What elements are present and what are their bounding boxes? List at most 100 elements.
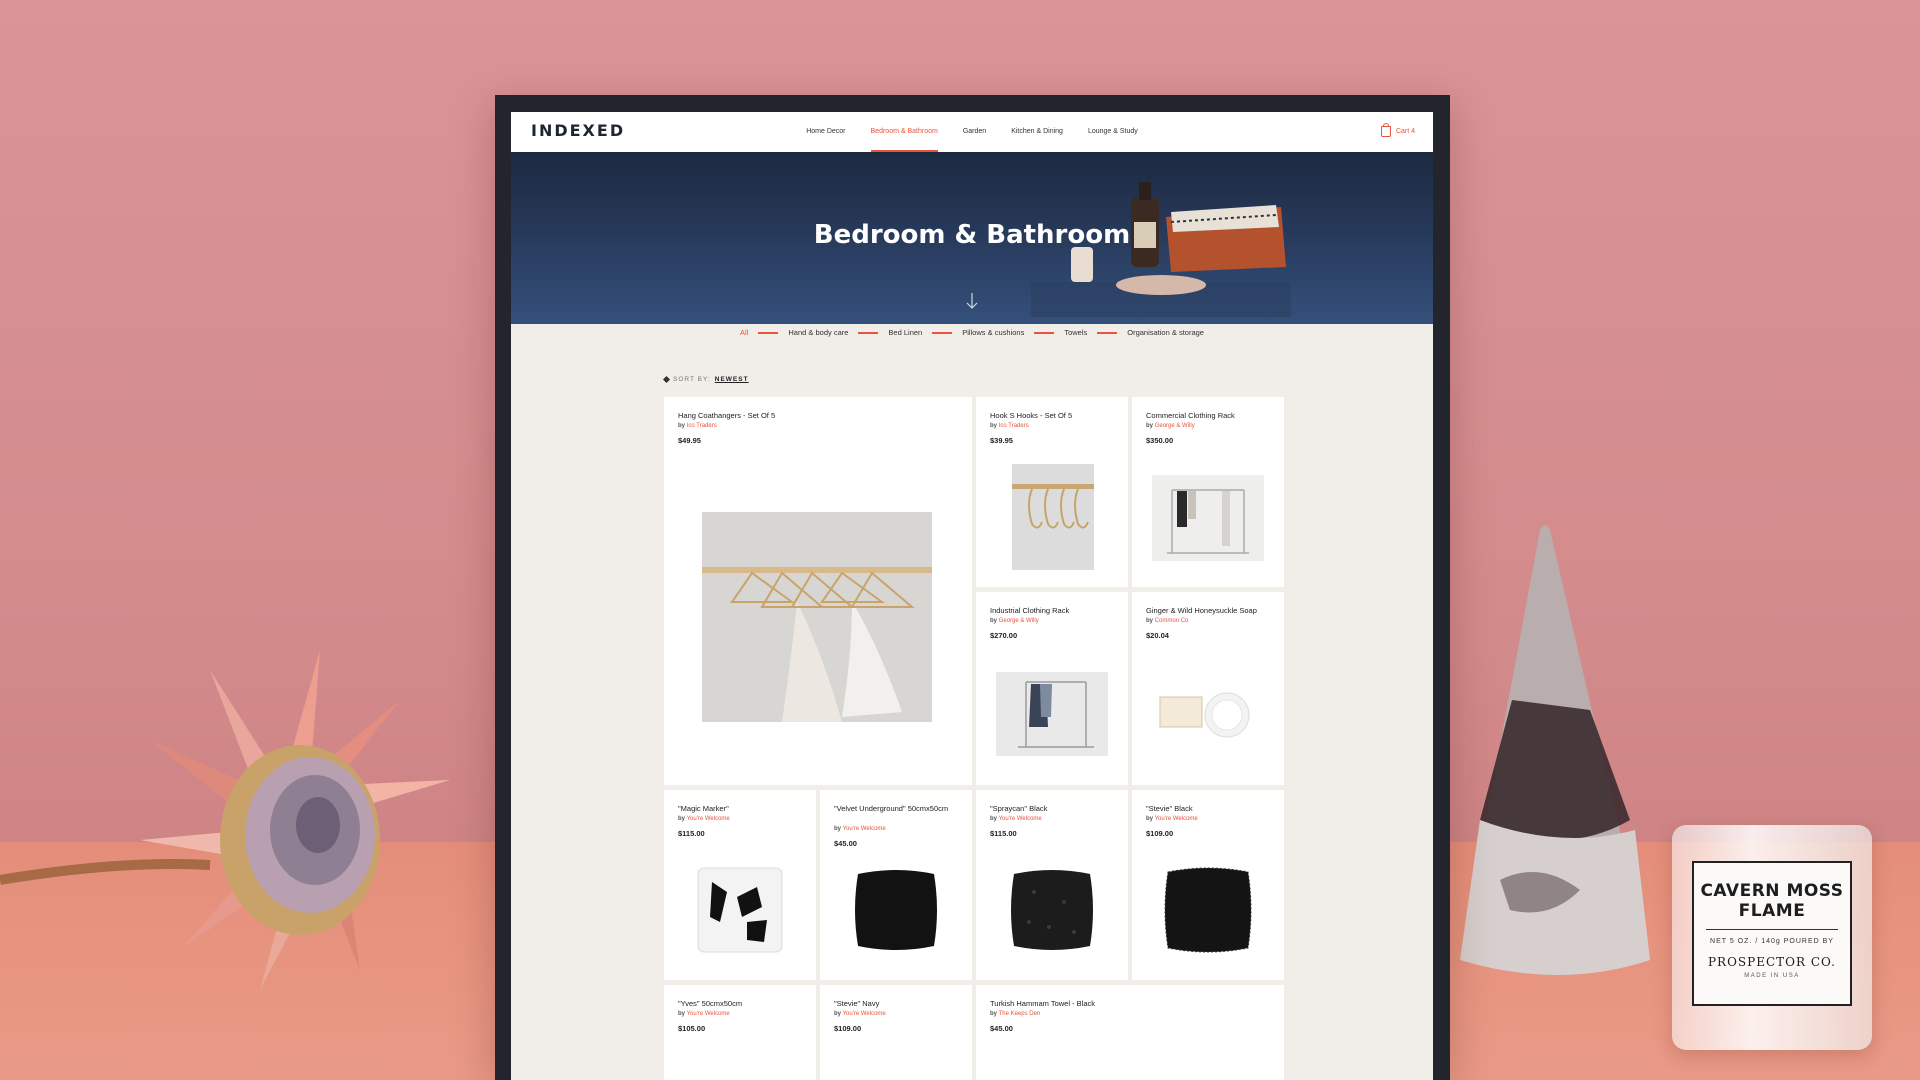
- product-name: Turkish Hammam Towel - Black: [990, 999, 1096, 1008]
- product-brand-line: by George & Willy: [1146, 423, 1195, 429]
- candle-divider: [1706, 929, 1838, 930]
- product-brand[interactable]: You're Welcome: [843, 826, 886, 832]
- product-brand-line: by Common Co: [1146, 618, 1189, 624]
- product-name: "Magic Marker": [678, 804, 729, 813]
- product-price: $39.95: [990, 436, 1013, 445]
- product-name: "Stevie" Black: [1146, 804, 1193, 813]
- product-brand-line: by You're Welcome: [990, 816, 1042, 822]
- product-name: Hang Coathangers - Set Of 5: [678, 411, 776, 420]
- candle-label: CAVERN MOSS FLAME NET 5 OZ. / 140g POURE…: [1692, 861, 1852, 1006]
- product-price: $20.04: [1146, 631, 1169, 640]
- product-brand-line: by You're Welcome: [678, 816, 730, 822]
- product-price: $49.95: [678, 436, 701, 445]
- filter-separator: [932, 331, 953, 334]
- hero-banner: Bedroom & Bathroom: [511, 152, 1433, 324]
- filter-pillows-cushions[interactable]: Pillows & cushions: [962, 328, 1024, 337]
- product-name: "Spraycan" Black: [990, 804, 1048, 813]
- product-brand[interactable]: Ico Traders: [687, 423, 717, 429]
- candle-origin: MADE IN USA: [1744, 973, 1800, 979]
- product-brand-line: by You're Welcome: [834, 826, 886, 832]
- product-brand-line: by The Keeps Den: [990, 1011, 1041, 1017]
- product-brand-line: by You're Welcome: [834, 1011, 886, 1017]
- cart-label: Cart 4: [1395, 128, 1415, 135]
- candle-jar-decoration: CAVERN MOSS FLAME NET 5 OZ. / 140g POURE…: [1672, 825, 1872, 1050]
- product-brand[interactable]: Ico Traders: [999, 423, 1029, 429]
- filter-all[interactable]: All: [740, 328, 748, 337]
- product-name: "Stevie" Navy: [834, 999, 880, 1008]
- nav-home-decor[interactable]: Home Decor: [806, 112, 845, 152]
- filter-bed-linen[interactable]: Bed Linen: [888, 328, 922, 337]
- product-name: "Yves" 50cmx50cm: [678, 999, 743, 1008]
- stevie-black-cushion-image: [1164, 867, 1252, 953]
- filter-separator: [858, 331, 879, 334]
- coathangers-image: [702, 512, 932, 722]
- product-price: $109.00: [1146, 829, 1174, 838]
- product-name: Commercial Clothing Rack: [1146, 411, 1235, 420]
- product-card[interactable]: "Velvet Underground" 50cmx50cm by You're…: [820, 790, 972, 980]
- product-brand[interactable]: You're Welcome: [687, 1011, 730, 1017]
- product-price: $105.00: [678, 1024, 706, 1033]
- product-card[interactable]: "Yves" 50cmx50cm by You're Welcome $105.…: [664, 985, 816, 1080]
- product-card[interactable]: "Magic Marker" by You're Welcome $115.00: [664, 790, 816, 980]
- product-card[interactable]: Turkish Hammam Towel - Black by The Keep…: [976, 985, 1284, 1080]
- product-card[interactable]: "Stevie" Black by You're Welcome $109.00: [1132, 790, 1284, 980]
- concrete-cone-decoration: [1460, 525, 1650, 975]
- product-brand[interactable]: You're Welcome: [687, 816, 730, 822]
- nav-lounge-study[interactable]: Lounge & Study: [1088, 112, 1138, 152]
- product-brand-line: by George & Willy: [990, 618, 1039, 624]
- top-navigation: INDEXED Home Decor Bedroom & Bathroom Ga…: [511, 112, 1433, 152]
- hero-title: Bedroom & Bathroom: [813, 220, 1131, 250]
- product-card[interactable]: Hang Coathangers - Set Of 5 by Ico Trade…: [664, 397, 972, 785]
- product-brand[interactable]: Common Co: [1155, 618, 1189, 624]
- candle-meta: NET 5 OZ. / 140g POURED BY: [1710, 938, 1834, 945]
- product-card[interactable]: Industrial Clothing Rack by George & Wil…: [976, 592, 1128, 785]
- product-price: $115.00: [990, 829, 1017, 838]
- filter-hand-body-care[interactable]: Hand & body care: [788, 328, 848, 337]
- filter-separator: [758, 331, 779, 334]
- cart-button[interactable]: Cart 4: [1380, 112, 1415, 152]
- candle-brand: PROSPECTOR CO.: [1707, 955, 1836, 969]
- soap-image: [1152, 687, 1264, 742]
- product-brand[interactable]: You're Welcome: [1155, 816, 1198, 822]
- monitor-frame: INDEXED Home Decor Bedroom & Bathroom Ga…: [495, 95, 1450, 1080]
- product-card[interactable]: "Stevie" Navy by You're Welcome $109.00: [820, 985, 972, 1080]
- product-brand[interactable]: George & Willy: [1155, 423, 1195, 429]
- industrial-rack-image: [996, 672, 1108, 756]
- product-brand-line: by You're Welcome: [1146, 816, 1198, 822]
- nav-bedroom-bathroom[interactable]: Bedroom & Bathroom: [870, 112, 939, 152]
- product-card[interactable]: Hook S Hooks - Set Of 5 by Ico Traders $…: [976, 397, 1128, 587]
- website-screen: INDEXED Home Decor Bedroom & Bathroom Ga…: [511, 112, 1433, 1080]
- protea-flower-decoration: [0, 650, 450, 990]
- filter-organisation-storage[interactable]: Organisation & storage: [1127, 328, 1204, 337]
- product-brand[interactable]: You're Welcome: [999, 816, 1042, 822]
- sort-label: SORT BY:: [673, 376, 711, 383]
- filter-separator: [1034, 331, 1055, 334]
- product-brand[interactable]: The Keeps Den: [999, 1011, 1041, 1017]
- velvet-cushion-image: [855, 870, 937, 950]
- sort-value[interactable]: NEWEST: [715, 376, 749, 383]
- product-brand[interactable]: You're Welcome: [843, 1011, 886, 1017]
- filter-towels[interactable]: Towels: [1064, 328, 1087, 337]
- product-price: $109.00: [834, 1024, 862, 1033]
- nav-garden[interactable]: Garden: [963, 112, 986, 152]
- sort-control[interactable]: SORT BY: NEWEST: [662, 375, 749, 384]
- product-name: Ginger & Wild Honeysuckle Soap: [1146, 606, 1257, 615]
- product-brand-line: by You're Welcome: [678, 1011, 730, 1017]
- diamond-icon: [662, 375, 671, 384]
- product-card[interactable]: Commercial Clothing Rack by George & Wil…: [1132, 397, 1284, 587]
- s-hooks-image: [1012, 464, 1094, 570]
- nav-kitchen-dining[interactable]: Kitchen & Dining: [1011, 112, 1063, 152]
- product-price: $115.00: [678, 829, 705, 838]
- arrow-down-icon[interactable]: [965, 292, 979, 310]
- magic-marker-cushion-image: [697, 867, 783, 953]
- product-price: $45.00: [990, 1024, 1013, 1033]
- product-card[interactable]: Ginger & Wild Honeysuckle Soap by Common…: [1132, 592, 1284, 785]
- shopping-bag-icon: [1380, 122, 1391, 137]
- product-card[interactable]: "Spraycan" Black by You're Welcome $115.…: [976, 790, 1128, 980]
- product-brand-line: by Ico Traders: [678, 423, 717, 429]
- product-brand-line: by Ico Traders: [990, 423, 1029, 429]
- product-price: $45.00: [834, 839, 857, 848]
- clothing-rack-image: [1152, 475, 1264, 561]
- product-price: $270.00: [990, 631, 1018, 640]
- product-brand[interactable]: George & Willy: [999, 618, 1039, 624]
